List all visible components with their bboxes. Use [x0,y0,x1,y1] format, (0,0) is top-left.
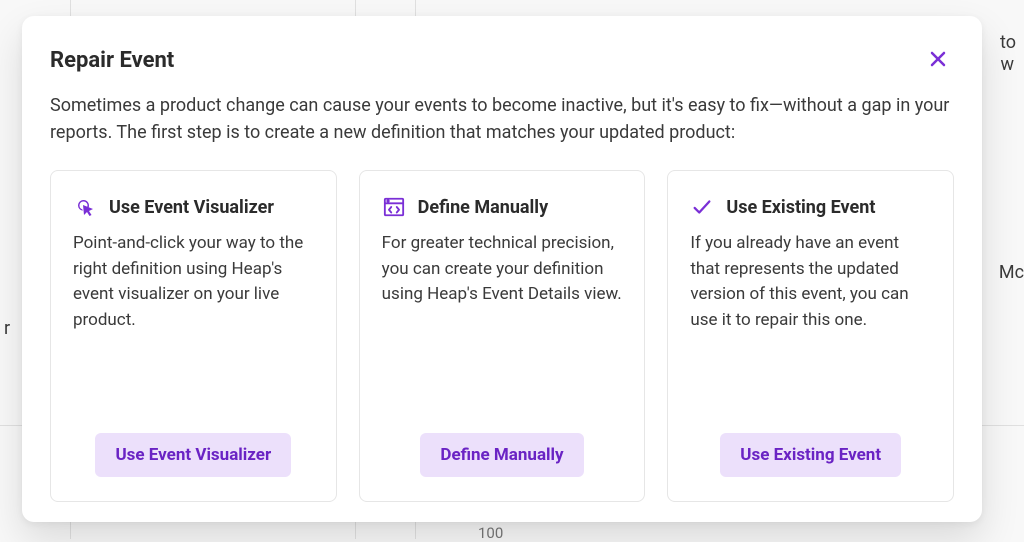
code-window-icon [382,195,406,219]
card-body: For greater technical precision, you can… [382,231,623,413]
card-body: Point-and-click your way to the right de… [73,231,314,413]
bg-text: r [4,318,10,339]
bg-text: w [1000,54,1014,75]
card-header: Define Manually [382,195,623,219]
use-existing-event-button[interactable]: Use Existing Event [720,433,901,477]
options-row: Use Event Visualizer Point-and-click you… [50,170,954,502]
card-define-manually: Define Manually For greater technical pr… [359,170,646,502]
cursor-click-icon [73,195,97,219]
card-title: Define Manually [418,197,548,218]
modal-title: Repair Event [50,48,174,73]
card-header: Use Event Visualizer [73,195,314,219]
bg-text: Mc [999,262,1024,283]
modal-header: Repair Event [50,44,954,76]
card-title: Use Event Visualizer [109,197,274,218]
card-event-visualizer: Use Event Visualizer Point-and-click you… [50,170,337,502]
bg-text: to [1000,32,1016,53]
bg-axis-label: 100 [478,524,503,542]
modal-description: Sometimes a product change can cause you… [50,92,954,146]
use-event-visualizer-button[interactable]: Use Event Visualizer [95,433,291,477]
check-icon [690,195,714,219]
close-button[interactable] [922,44,954,76]
repair-event-modal: Repair Event Sometimes a product change … [22,16,982,522]
card-use-existing-event: Use Existing Event If you already have a… [667,170,954,502]
close-icon [929,50,947,71]
card-title: Use Existing Event [726,197,875,218]
define-manually-button[interactable]: Define Manually [420,433,583,477]
card-header: Use Existing Event [690,195,931,219]
card-body: If you already have an event that repres… [690,231,931,413]
